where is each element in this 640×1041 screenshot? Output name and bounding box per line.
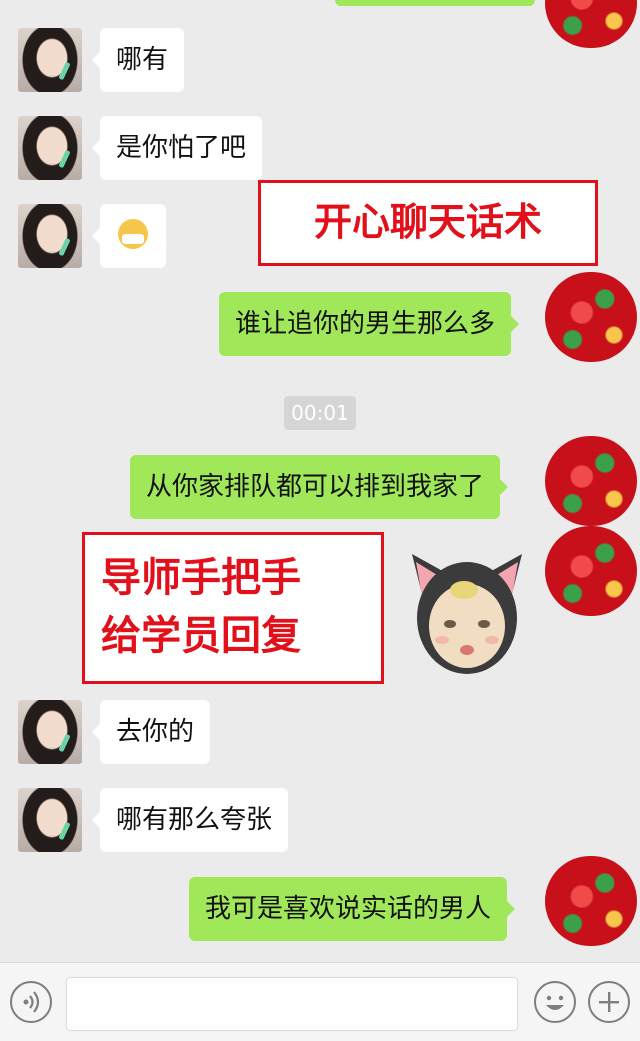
- message-bubble-sent[interactable]: 谁让追你的男生那么多: [219, 292, 520, 356]
- mask-face-emoji: [118, 218, 148, 249]
- message-bubble-sent[interactable]: 我可是喜欢说实话的男人: [189, 877, 516, 941]
- annotation-note-line1: 导师手把手: [101, 555, 301, 601]
- message-text: 去你的: [116, 717, 195, 747]
- message-text: 从你家排队都可以排到我家了: [146, 472, 485, 502]
- emoji-button[interactable]: [534, 981, 576, 1023]
- annotation-title: 开心聊天话术: [313, 200, 542, 244]
- avatar-self[interactable]: [545, 526, 637, 616]
- avatar-self[interactable]: [545, 272, 637, 362]
- avatar-self[interactable]: [545, 0, 637, 48]
- time-divider: 00:01: [284, 396, 356, 430]
- avatar-self[interactable]: [545, 856, 637, 946]
- partial-sent-bubble: [335, 0, 535, 6]
- annotation-note-line2: 给学员回复: [101, 613, 301, 659]
- avatar-contact[interactable]: [18, 700, 82, 764]
- message-text: 我可是喜欢说实话的男人: [205, 894, 492, 924]
- sticker-image: [412, 554, 522, 674]
- message-text: 哪有那么夸张: [116, 805, 273, 835]
- chat-input-bar: [0, 962, 640, 1041]
- message-bubble-received[interactable]: 哪有: [91, 28, 185, 92]
- annotation-note-box: 导师手把手 给学员回复: [82, 532, 384, 684]
- message-bubble-received[interactable]: [92, 204, 166, 268]
- avatar-contact[interactable]: [18, 204, 82, 268]
- avatar-contact[interactable]: [18, 116, 82, 180]
- message-bubble-received[interactable]: 哪有那么夸张: [91, 788, 289, 852]
- message-bubble-received[interactable]: 是你怕了吧: [91, 116, 263, 180]
- kitten-hat-baby-sticker[interactable]: [402, 540, 532, 680]
- avatar-contact[interactable]: [18, 788, 82, 852]
- voice-button[interactable]: [10, 981, 52, 1023]
- message-input[interactable]: [66, 977, 518, 1031]
- avatar-contact[interactable]: [18, 28, 82, 92]
- time-divider-text: 00:01: [291, 401, 349, 425]
- message-text: 哪有: [116, 45, 169, 75]
- more-button[interactable]: [588, 981, 630, 1023]
- message-text: 谁让追你的男生那么多: [235, 309, 496, 339]
- message-bubble-received[interactable]: 去你的: [91, 700, 211, 764]
- message-text: 是你怕了吧: [116, 133, 247, 163]
- smiley-icon: [546, 995, 564, 1010]
- annotation-title-box: 开心聊天话术: [258, 180, 598, 266]
- avatar-self[interactable]: [545, 436, 637, 526]
- plus-icon: [599, 992, 619, 1012]
- voice-icon: [23, 991, 40, 1013]
- message-bubble-sent[interactable]: 从你家排队都可以排到我家了: [130, 455, 509, 519]
